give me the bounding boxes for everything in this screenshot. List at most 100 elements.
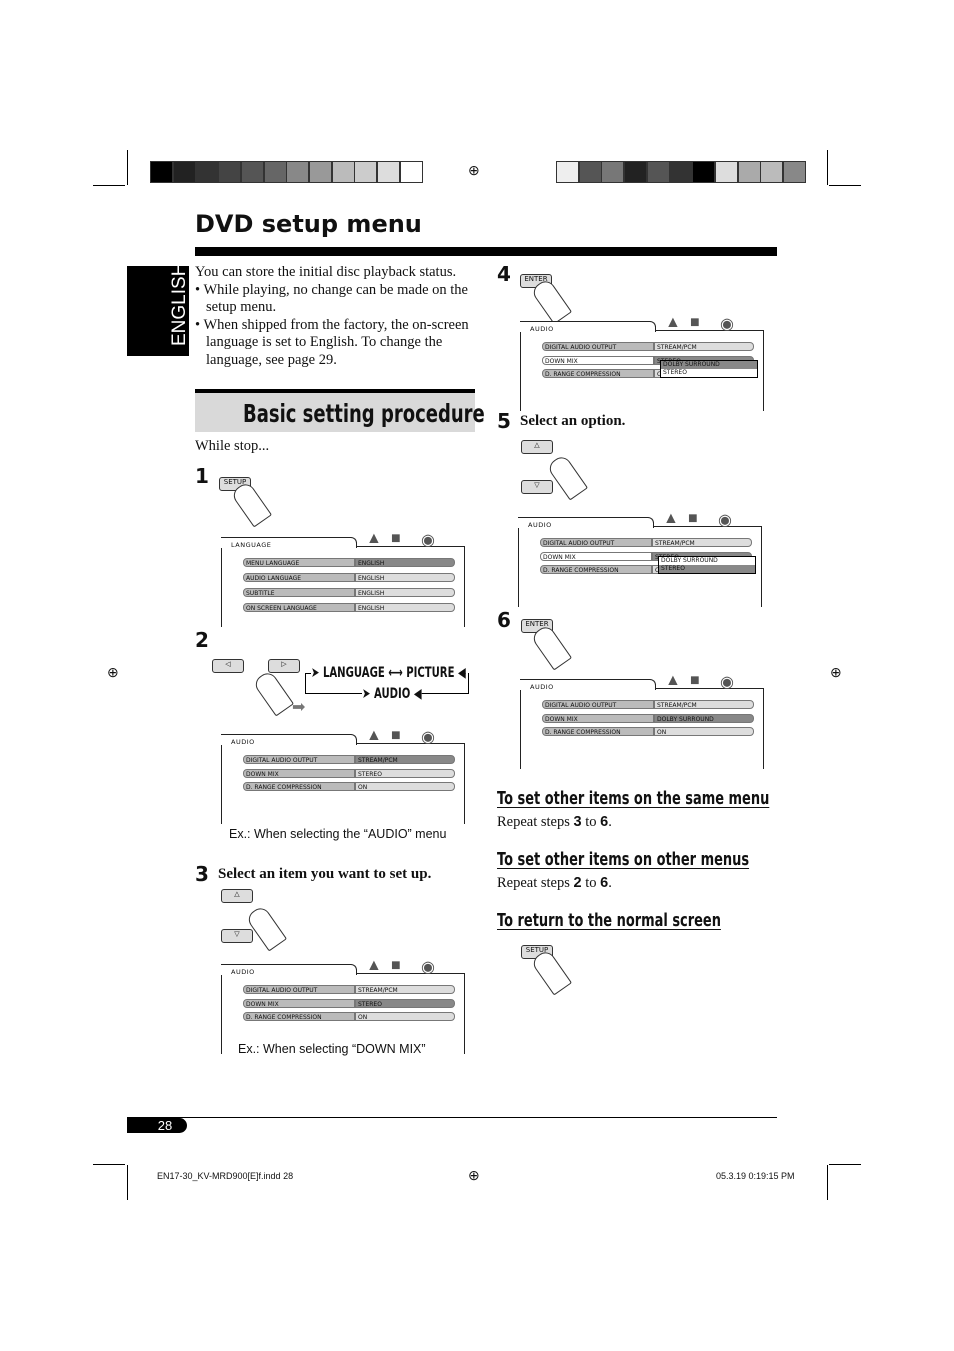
option-item[interactable]: STEREO <box>659 565 755 573</box>
menu-tab-label: AUDIO <box>231 738 255 746</box>
step-number: 6 <box>497 608 511 632</box>
menu-item-label: DIGITAL AUDIO OUTPUT <box>243 985 355 994</box>
menu-item-label: D. RANGE COMPRESSION <box>243 1012 355 1021</box>
text: to <box>581 814 601 830</box>
heading-same-menu: To set other items on the same menu <box>497 788 770 809</box>
color-swatch <box>556 161 579 183</box>
menu-row[interactable]: MENU LANGUAGE ENGLISH <box>243 558 455 567</box>
setup-menu-screen: AUDIO ▲ ■ ◉ DIGITAL AUDIO OUTPUT STREAM/PCM DO… <box>221 957 465 1054</box>
menu-row[interactable]: D. RANGE COMPRESSIONON <box>243 1012 455 1021</box>
menu-row[interactable]: DIGITAL AUDIO OUTPUT STREAM/PCM <box>542 342 754 351</box>
audio-menu-icon[interactable]: ■ <box>688 510 698 528</box>
option-item[interactable]: STEREO <box>661 369 757 377</box>
picture-menu-icon[interactable]: ▲ <box>663 510 679 528</box>
step-number: 3 <box>195 862 209 886</box>
section-banner: Basic setting procedure <box>195 389 485 432</box>
option-popup: DOLBY SURROUND STEREO <box>660 360 758 378</box>
registration-mark-icon: ⊕ <box>468 164 480 179</box>
menu-tab: AUDIO <box>518 517 654 529</box>
heading-normal-screen: To return to the normal screen <box>497 910 721 931</box>
menu-item-value: ON <box>355 1012 455 1021</box>
step-number: 1 <box>195 464 209 488</box>
color-swatch <box>354 161 378 183</box>
language-menu-icon[interactable]: ◉ <box>421 727 435 747</box>
picture-menu-icon[interactable]: ▲ <box>366 727 382 745</box>
section-title: Basic setting procedure <box>243 399 485 428</box>
language-menu-icon[interactable]: ◉ <box>720 314 734 334</box>
menu-row[interactable]: DIGITAL AUDIO OUTPUT STREAM/PCM <box>243 755 455 764</box>
audio-menu-icon[interactable]: ■ <box>391 957 401 975</box>
flow-language: ➤ LANGUAGE ⟷ PICTURE ◀ <box>311 665 466 681</box>
menu-item-label: DIGITAL AUDIO OUTPUT <box>542 700 654 709</box>
left-arrow-button[interactable]: ◁ <box>212 659 244 673</box>
finger-icon <box>545 453 589 501</box>
crop-mark <box>827 1165 828 1200</box>
menu-row[interactable]: DOWN MIX DOLBY SURROUND <box>542 713 754 723</box>
menu-item-label: ON SCREEN LANGUAGE <box>243 603 355 612</box>
finger-icon <box>529 277 573 325</box>
picture-menu-icon[interactable]: ▲ <box>665 314 681 332</box>
menu-row[interactable]: D. RANGE COMPRESSIONON <box>243 782 455 791</box>
menu-row[interactable]: ON SCREEN LANGUAGE ENGLISH <box>243 603 455 612</box>
language-menu-icon[interactable]: ◉ <box>718 510 732 530</box>
language-menu-icon[interactable]: ◉ <box>720 672 734 692</box>
flow-audio-label: AUDIO <box>373 686 411 702</box>
up-arrow-button[interactable]: △ <box>221 889 253 903</box>
picture-menu-icon[interactable]: ▲ <box>366 530 382 548</box>
color-swatch <box>399 161 423 183</box>
menu-row[interactable]: DIGITAL AUDIO OUTPUT STREAM/PCM <box>243 985 455 994</box>
language-tab: ENGLISH <box>127 263 190 356</box>
language-menu-icon[interactable]: ◉ <box>421 530 435 550</box>
menu-item-label: DIGITAL AUDIO OUTPUT <box>542 342 654 351</box>
menu-row[interactable]: AUDIO LANGUAGE ENGLISH <box>243 573 455 582</box>
menu-item-value: STREAM/PCM <box>355 755 455 764</box>
menu-row[interactable]: SUBTITLE ENGLISH <box>243 588 455 597</box>
audio-menu-icon[interactable]: ■ <box>690 672 700 690</box>
picture-menu-icon[interactable]: ▲ <box>665 672 681 690</box>
color-swatch <box>624 161 648 183</box>
audio-menu-icon[interactable]: ■ <box>690 314 700 332</box>
file-name: EN17-30_KV-MRD900[E]f.indd 28 <box>157 1171 294 1181</box>
menu-item-value: STREAM/PCM <box>654 342 754 351</box>
menu-item-label: D. RANGE COMPRESSION <box>542 369 654 378</box>
page-number-badge: 28 <box>127 1118 187 1133</box>
down-arrow-button[interactable]: ▽ <box>521 480 553 494</box>
text: to <box>581 875 601 891</box>
menu-row[interactable]: DOWN MIXSTEREO <box>243 768 455 778</box>
menu-row[interactable]: DIGITAL AUDIO OUTPUT STREAM/PCM <box>542 700 754 709</box>
menu-row[interactable]: D. RANGE COMPRESSIONON <box>542 727 754 736</box>
flow-audio: ➤ AUDIO ◀ <box>362 686 422 702</box>
menu-item-value: DOLBY SURROUND <box>654 713 754 723</box>
color-swatch <box>150 161 173 183</box>
setup-menu-screen: AUDIO ▲ ■ ◉ DIGITAL AUDIO OUTPUT STREAM/PCM DO… <box>518 510 762 607</box>
audio-menu-icon[interactable]: ■ <box>391 727 401 745</box>
language-menu-icon[interactable]: ◉ <box>421 957 435 977</box>
color-swatch <box>263 161 287 183</box>
down-arrow-button[interactable]: ▽ <box>221 929 253 943</box>
color-swatch <box>286 161 310 183</box>
crop-mark <box>829 1164 861 1165</box>
audio-menu-icon[interactable]: ■ <box>391 530 401 548</box>
option-item[interactable]: DOLBY SURROUND <box>659 557 755 565</box>
menu-item-label: D. RANGE COMPRESSION <box>540 565 652 574</box>
finger-icon <box>529 948 573 996</box>
right-arrow-button[interactable]: ▷ <box>268 659 300 673</box>
menu-row[interactable]: DIGITAL AUDIO OUTPUT STREAM/PCM <box>540 538 752 547</box>
menu-item-value: ENGLISH <box>355 558 455 567</box>
option-item[interactable]: DOLBY SURROUND <box>661 361 757 369</box>
color-swatch <box>218 161 242 183</box>
step-ref: 6 <box>600 875 609 891</box>
menu-row[interactable]: DOWN MIXSTEREO <box>243 998 455 1008</box>
menu-item-label: DOWN MIX <box>243 998 355 1008</box>
color-swatch <box>331 161 355 183</box>
text: Repeat steps <box>497 814 574 830</box>
intro-bullet: While playing, no change can be made on … <box>203 281 468 316</box>
color-swatch <box>692 161 716 183</box>
setup-menu-screen: AUDIO ▲ ■ ◉ DIGITAL AUDIO OUTPUT STREAM/PCM DO… <box>221 727 465 824</box>
menu-tab: AUDIO <box>221 964 357 976</box>
menu-item-value: ON <box>654 727 754 736</box>
setup-menu-screen: AUDIO ▲ ■ ◉ DIGITAL AUDIO OUTPUT STREAM/PCM DO… <box>520 314 764 411</box>
up-arrow-button[interactable]: △ <box>521 440 553 454</box>
menu-tab: AUDIO <box>520 321 656 333</box>
picture-menu-icon[interactable]: ▲ <box>366 957 382 975</box>
